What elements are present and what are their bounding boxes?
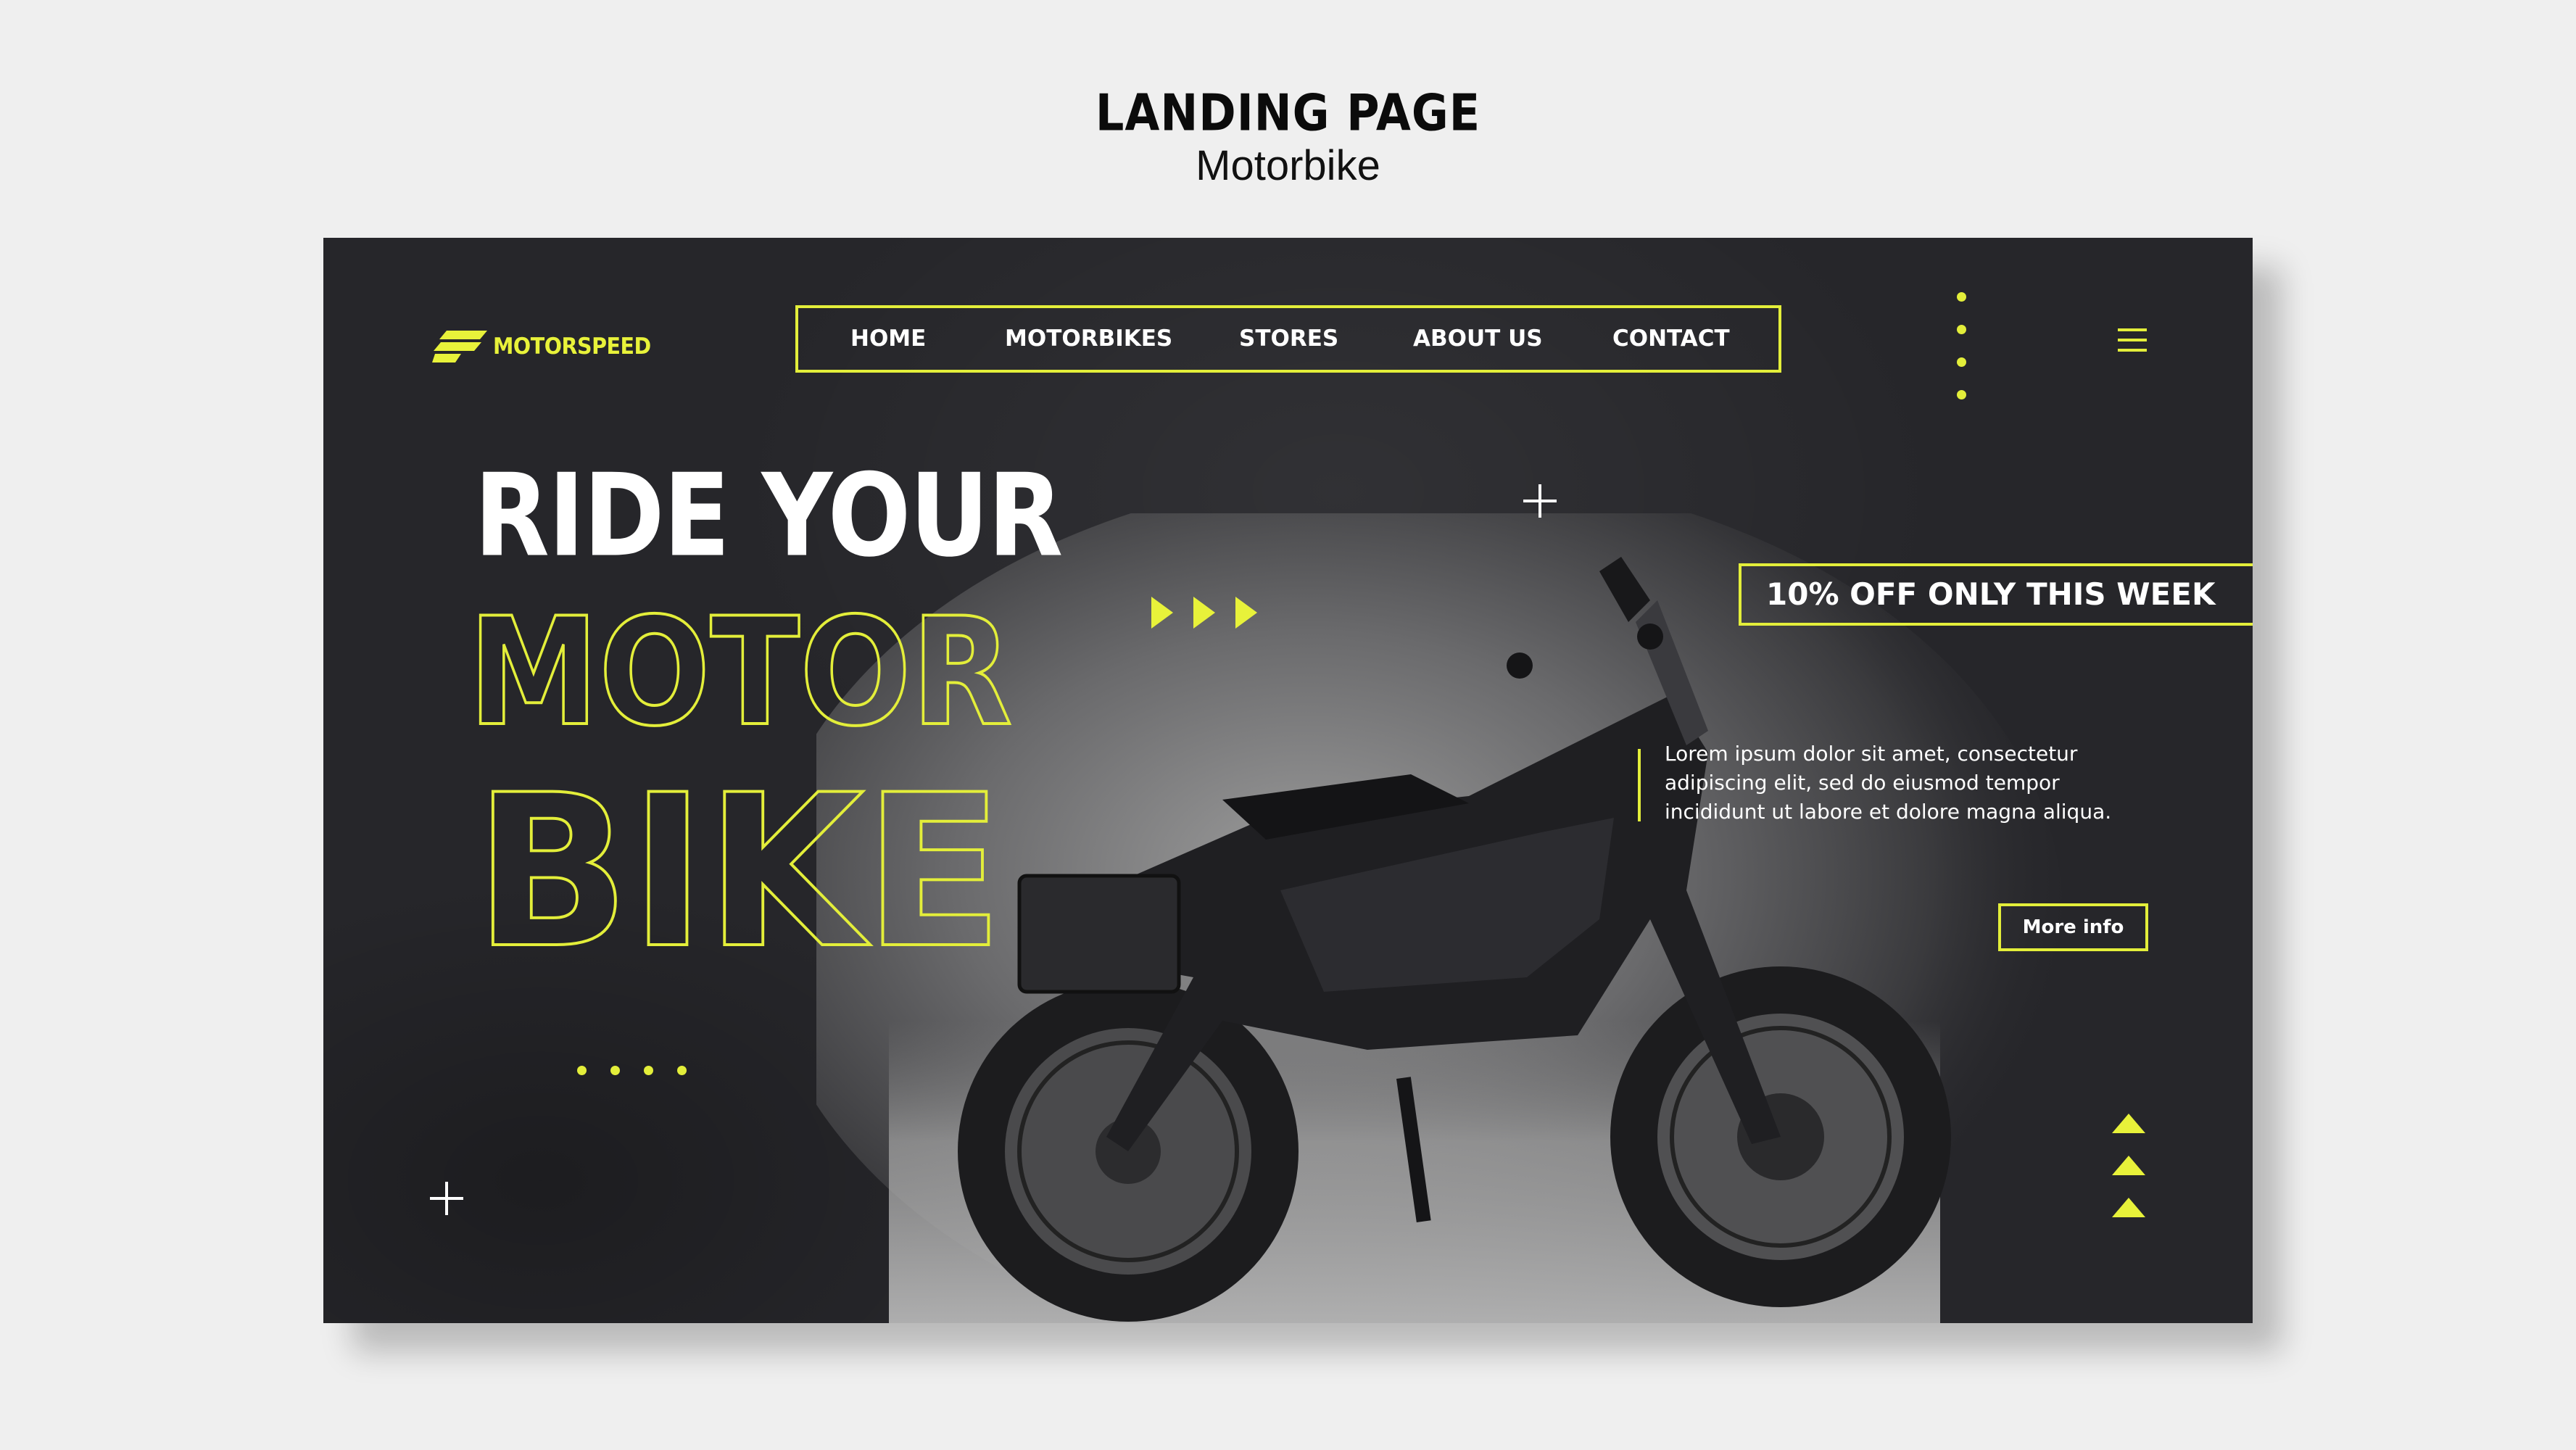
up-arrow-icon [2112,1198,2145,1217]
main-nav: HOME MOTORBIKES STORES ABOUT US CONTACT [795,305,1781,373]
hero-heading-outline: MOTOR BIKE [468,586,1014,977]
description-accent-bar [1638,749,1641,821]
plus-icon [1523,484,1557,518]
page-title: LANDING PAGE [1095,83,1481,143]
nav-home[interactable]: HOME [850,308,926,370]
page-header: LANDING PAGE Motorbike [0,83,2576,190]
menu-icon[interactable] [2118,328,2147,355]
vertical-dots-icon [1957,292,1966,423]
up-arrow-icon [2112,1114,2145,1133]
plus-icon [430,1182,463,1215]
hero-description: Lorem ipsum dolor sit amet, consectetur … [1665,740,2172,826]
up-arrow-icon [2112,1156,2145,1175]
nav-motorbikes[interactable]: MOTORBIKES [1005,308,1172,370]
description-line: adipiscing elit, sed do eiusmod tempor [1665,771,2060,795]
hero-heading-line2: MOTOR [468,587,1012,759]
hero-heading-line1: RIDE YOUR [474,450,1063,583]
page-subtitle: Motorbike [1196,142,1380,189]
play-arrow-icon [1235,597,1257,629]
description-line: Lorem ipsum dolor sit amet, consectetur [1665,742,2078,766]
play-arrow-icon [1193,597,1215,629]
brand-name: MOTORSPEED [493,334,651,360]
brand-logo[interactable]: MOTORSPEED [432,331,665,362]
nav-stores[interactable]: STORES [1239,308,1338,370]
play-arrow-icon [1151,597,1173,629]
description-line: incididunt ut labore et dolore magna ali… [1665,800,2112,824]
nav-contact[interactable]: CONTACT [1612,308,1730,370]
nav-about-us[interactable]: ABOUT US [1413,308,1543,370]
horizontal-dots-icon [577,1066,711,1075]
promo-banner: 10% OFF ONLY THIS WEEK [1739,563,2253,626]
more-info-button[interactable]: More info [1998,903,2148,951]
logo-icon [432,331,487,362]
landing-mockup: MOTORSPEED HOME MOTORBIKES STORES ABOUT … [323,238,2253,1323]
hero-heading-line3: BIKE [474,750,1003,977]
